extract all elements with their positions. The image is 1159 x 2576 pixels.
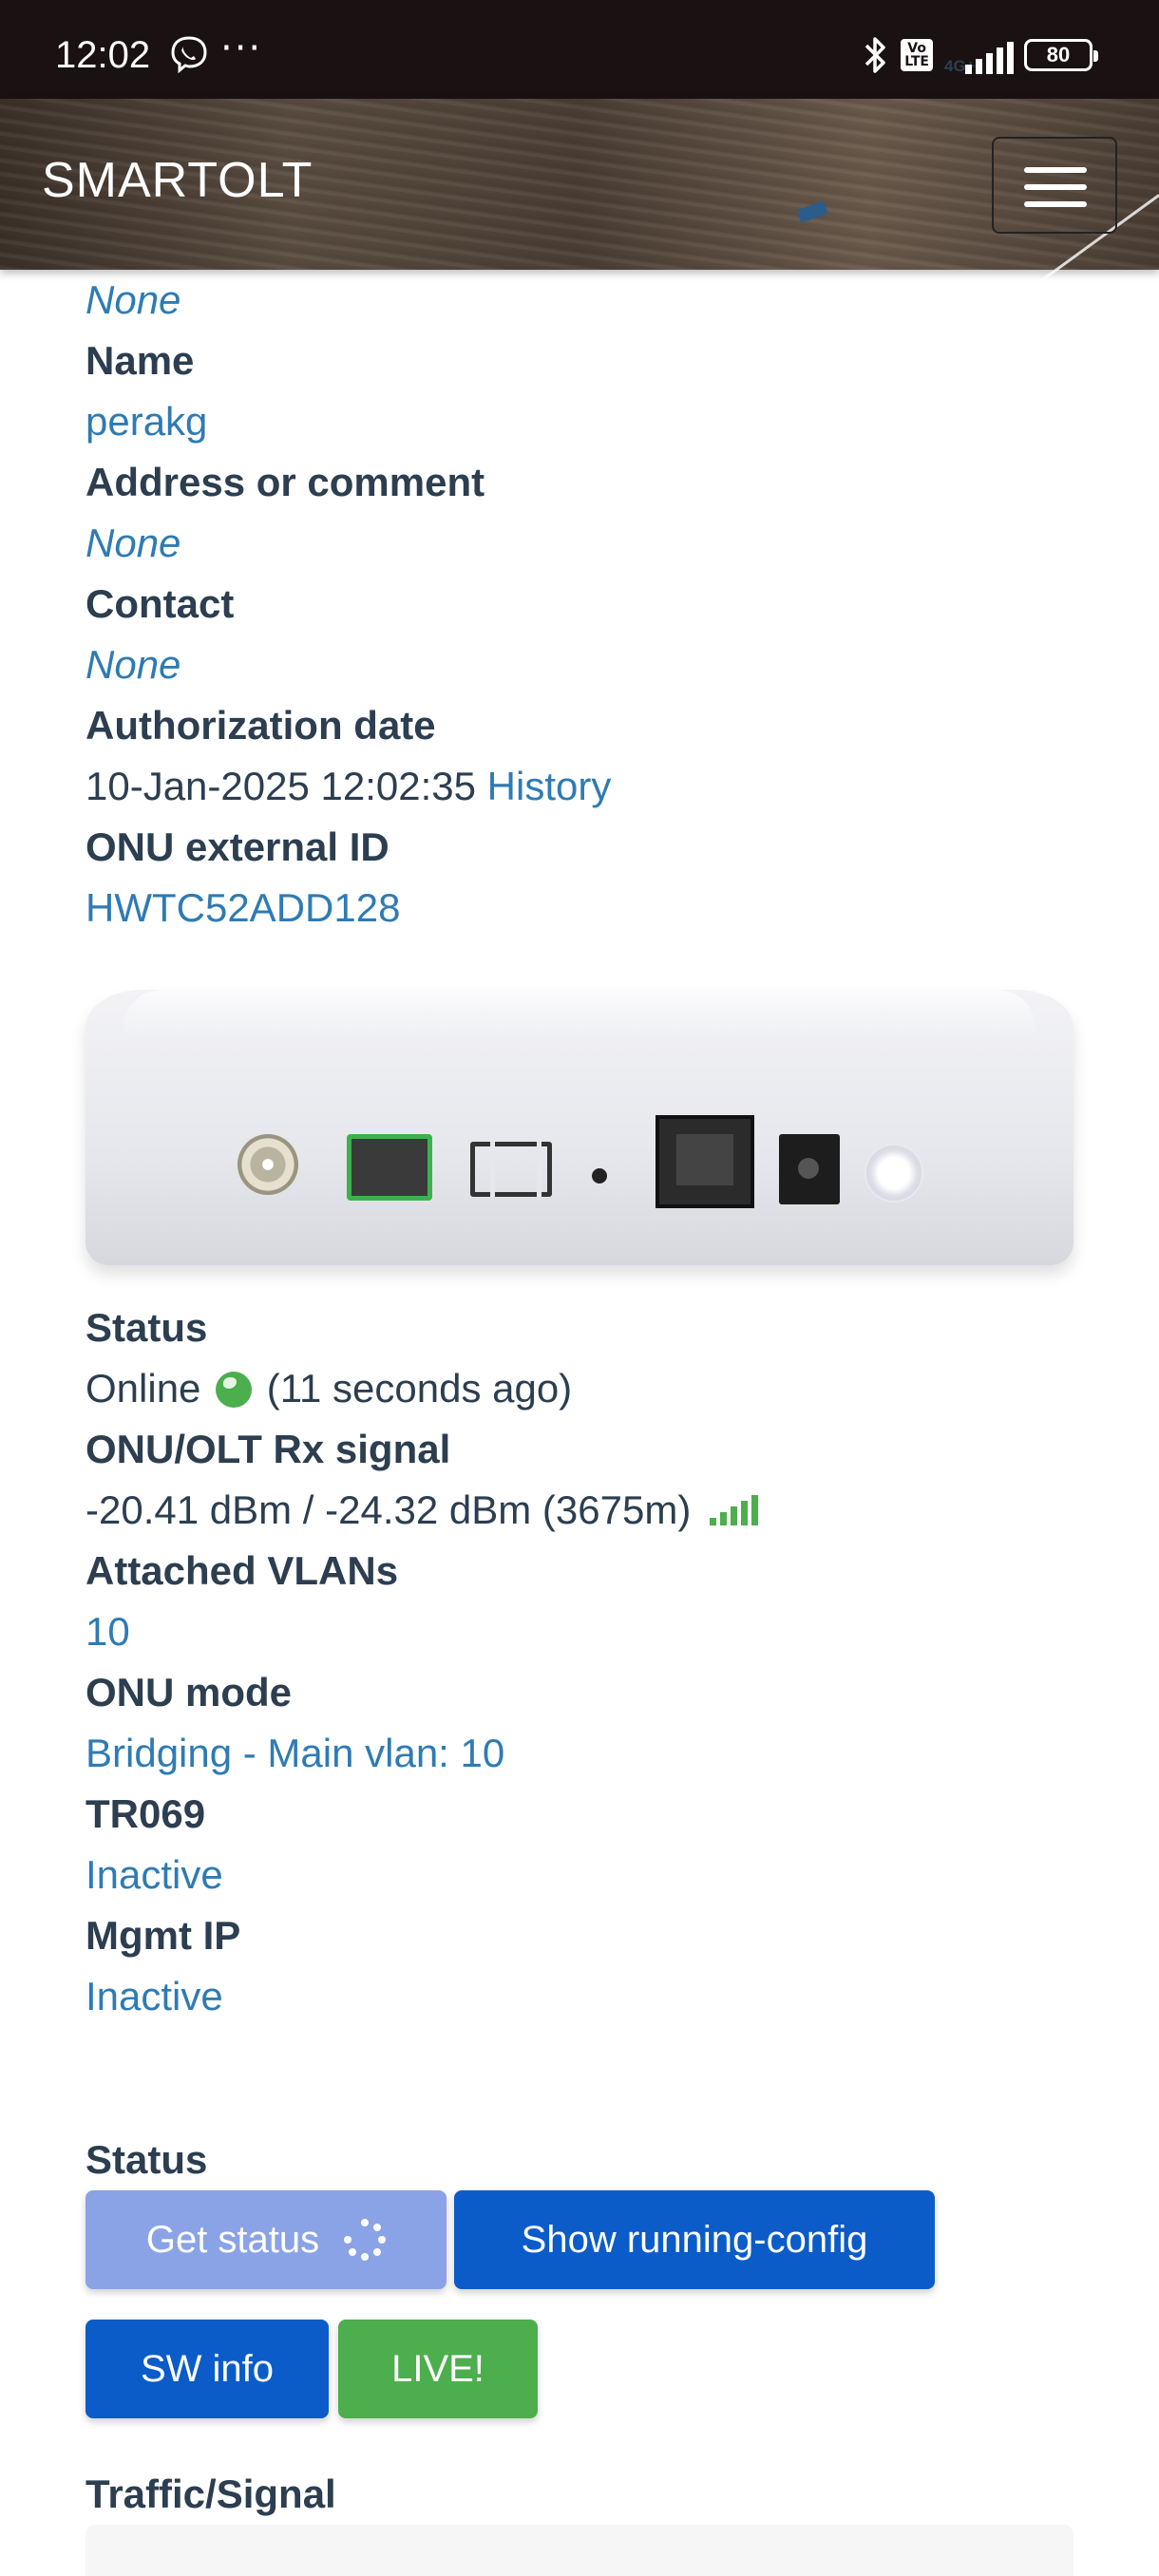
viber-icon — [171, 36, 207, 74]
show-running-config-button[interactable]: Show running-config — [454, 2190, 935, 2289]
traffic-signal-label: Traffic/Signal — [86, 2472, 336, 2516]
authorization-date-value: 10-Jan-2025 12:02:35 — [86, 764, 476, 808]
address-label: Address or comment — [86, 460, 485, 504]
clock: 12:02 — [55, 34, 151, 76]
status-value: Online — [86, 1366, 201, 1411]
onu-device-image — [86, 973, 1074, 1286]
get-status-button[interactable]: Get status — [86, 2190, 446, 2289]
background-decoration — [796, 200, 828, 223]
status-label: Status — [86, 1305, 208, 1350]
more-notifications-icon: ··· — [220, 27, 263, 70]
mgmt-ip-label: Mgmt IP — [86, 1913, 241, 1958]
rx-signal-row: -20.41 dBm / -24.32 dBm (3675m) — [86, 1480, 1074, 1541]
system-indicators: Vo LTE 4G+ 80 — [861, 34, 1098, 76]
external-id-value[interactable]: HWTC52ADD128 — [86, 878, 1074, 938]
pon-port-icon — [347, 1134, 432, 1201]
live-button[interactable]: LIVE! — [338, 2320, 538, 2418]
onu-mode-value[interactable]: Bridging - Main vlan: 10 — [86, 1723, 1074, 1784]
battery-icon: 80 — [1024, 39, 1098, 71]
address-value[interactable]: None — [86, 513, 1074, 574]
hamburger-menu-button[interactable] — [992, 137, 1117, 234]
bluetooth-icon — [865, 37, 886, 73]
reset-hole-icon — [592, 1168, 607, 1184]
previous-field-value: None — [86, 277, 181, 322]
hamburger-line-icon — [1024, 184, 1087, 190]
status-row: Online (11 seconds ago) — [86, 1358, 1074, 1419]
tr069-value[interactable]: Inactive — [86, 1845, 1074, 1905]
ethernet-port-icon — [656, 1115, 754, 1208]
traffic-signal-panel — [86, 2525, 1074, 2576]
contact-label: Contact — [86, 581, 235, 626]
online-globe-icon — [216, 1372, 253, 1408]
power-button-icon — [864, 1144, 923, 1203]
history-link[interactable]: History — [487, 764, 612, 808]
authorization-date-row: 10-Jan-2025 12:02:35 History — [86, 756, 1074, 817]
power-port-icon — [779, 1134, 840, 1204]
brand-logo[interactable]: SMARTOLT — [42, 152, 313, 209]
volte-icon: Vo LTE — [901, 39, 933, 71]
attached-vlans-value[interactable]: 10 — [86, 1601, 1074, 1662]
show-running-config-label: Show running-config — [521, 2218, 868, 2261]
contact-value[interactable]: None — [86, 635, 1074, 695]
name-value[interactable]: perakg — [86, 391, 1074, 452]
name-label: Name — [86, 338, 195, 383]
get-status-label: Get status — [145, 2218, 320, 2261]
signal-icon: 4G+ — [944, 36, 1014, 75]
rx-signal-label: ONU/OLT Rx signal — [86, 1427, 451, 1471]
hamburger-line-icon — [1024, 201, 1087, 207]
hamburger-line-icon — [1024, 167, 1087, 173]
sw-info-label: SW info — [140, 2347, 275, 2390]
status-time-ago: (11 seconds ago) — [266, 1366, 573, 1411]
system-status-bar: 12:02 ··· Vo LTE 4G+ 80 — [0, 0, 1159, 99]
authorization-date-label: Authorization date — [86, 703, 436, 748]
port-slot-icon — [470, 1142, 552, 1197]
catv-port-icon — [238, 1134, 298, 1195]
onu-details: None Name perakg Address or comment None… — [86, 270, 1074, 2027]
top-navbar: SMARTOLT — [0, 99, 1159, 297]
loading-spinner-icon — [344, 2219, 387, 2261]
external-id-label: ONU external ID — [86, 824, 390, 869]
rx-signal-value: -20.41 dBm / -24.32 dBm (3675m) — [86, 1487, 692, 1532]
sw-info-button[interactable]: SW info — [86, 2320, 329, 2418]
tr069-label: TR069 — [86, 1791, 206, 1836]
live-label: LIVE! — [391, 2347, 484, 2390]
mgmt-ip-value[interactable]: Inactive — [86, 1966, 1074, 2027]
device-top — [124, 990, 1036, 1037]
battery-level: 80 — [1046, 43, 1071, 66]
onu-mode-label: ONU mode — [86, 1670, 293, 1714]
signal-strength-icon — [709, 1495, 758, 1525]
attached-vlans-label: Attached VLANs — [86, 1548, 399, 1593]
actions-status-label: Status — [86, 2137, 208, 2182]
